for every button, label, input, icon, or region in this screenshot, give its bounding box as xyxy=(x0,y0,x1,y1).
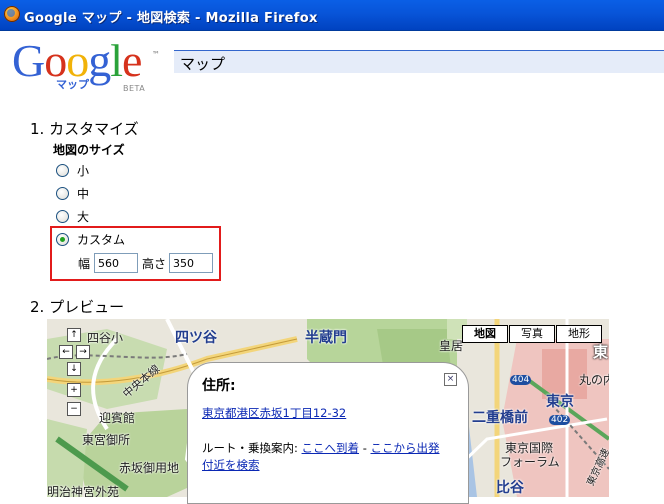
logo-subtitle: マップ xyxy=(56,78,89,91)
height-input[interactable] xyxy=(169,253,214,273)
height-label: 高さ xyxy=(142,256,167,271)
pan-left-icon[interactable]: ← xyxy=(59,345,73,359)
map-label: 半蔵門 xyxy=(305,330,347,346)
pan-down-icon[interactable]: ↓ xyxy=(67,362,81,376)
zoom-out-icon[interactable]: − xyxy=(67,402,81,416)
custom-dimensions: 幅 高さ xyxy=(78,252,214,274)
route-label: ルート・乗換案内: xyxy=(202,441,298,455)
size-option-small[interactable]: 小 xyxy=(56,161,89,179)
size-option-medium[interactable]: 中 xyxy=(56,184,89,202)
map-label: 四谷小 xyxy=(87,331,124,345)
zoom-in-icon[interactable]: + xyxy=(67,383,81,397)
info-title: 住所: xyxy=(202,378,236,394)
route-from-link[interactable]: ここから出発 xyxy=(371,441,440,455)
map-label: 東 xyxy=(593,343,609,361)
map-type-map-button[interactable]: 地図 xyxy=(462,325,508,343)
map-label: 丸の内オ xyxy=(579,373,609,387)
beta-badge: BETA xyxy=(123,84,146,93)
width-input[interactable] xyxy=(94,253,139,273)
map-label: 東京 xyxy=(546,394,574,410)
map-label: フォーラム xyxy=(500,455,560,469)
preview-heading: 2. プレビュー xyxy=(30,298,125,316)
route-to-link[interactable]: ここへ到着 xyxy=(302,441,360,455)
trademark-icon: ™ xyxy=(152,50,160,59)
map-label: 東宮御所 xyxy=(82,433,131,447)
size-option-large[interactable]: 大 xyxy=(56,207,89,225)
map-type-terrain-button[interactable]: 地形 xyxy=(556,325,602,343)
size-option-label: 中 xyxy=(77,186,90,201)
map-label: 二重橋前 xyxy=(472,410,528,426)
firefox-icon xyxy=(4,6,20,22)
address-link[interactable]: 東京都港区赤坂1丁目12-32 xyxy=(202,405,346,421)
map-label: 四ツ谷 xyxy=(175,330,217,346)
header-bar: マップ xyxy=(174,50,664,73)
map-label: 比谷 xyxy=(496,480,524,496)
size-option-label: 小 xyxy=(77,163,90,178)
map-label: 明治神宮外苑 xyxy=(47,485,120,497)
google-maps-logo[interactable]: Google ™ マップ BETA xyxy=(12,36,162,96)
header-title: マップ xyxy=(180,55,226,73)
window-title: Google マップ - 地図検索 - Mozilla Firefox xyxy=(24,11,318,26)
map-label: 赤坂御用地 xyxy=(119,461,180,475)
window-titlebar: Google マップ - 地図検索 - Mozilla Firefox xyxy=(0,0,664,31)
map-label: 迎賓館 xyxy=(99,411,136,425)
map-type-satellite-button[interactable]: 写真 xyxy=(509,325,555,343)
map-size-label: 地図のサイズ xyxy=(53,143,125,157)
route-links: ルート・乗換案内: ここへ到着 - ここから出発 xyxy=(202,440,440,456)
pan-right-icon[interactable]: → xyxy=(76,345,90,359)
width-label: 幅 xyxy=(78,256,91,271)
pan-up-icon[interactable]: ↑ xyxy=(67,328,81,342)
radio-large[interactable] xyxy=(56,209,69,223)
customize-heading: 1. カスタマイズ xyxy=(30,120,139,138)
route-shield: 402 xyxy=(549,415,571,425)
info-window: 住所: × 東京都港区赤坂1丁目12-32 ルート・乗換案内: ここへ到着 - … xyxy=(187,362,469,504)
radio-medium[interactable] xyxy=(56,186,69,200)
route-separator: - xyxy=(362,441,367,455)
search-nearby-link[interactable]: 付近を検索 xyxy=(202,457,260,473)
map-label: 皇居 xyxy=(439,339,464,353)
radio-small[interactable] xyxy=(56,163,69,177)
route-shield: 404 xyxy=(510,375,532,385)
close-icon[interactable]: × xyxy=(444,373,457,386)
size-option-label: 大 xyxy=(77,209,90,224)
